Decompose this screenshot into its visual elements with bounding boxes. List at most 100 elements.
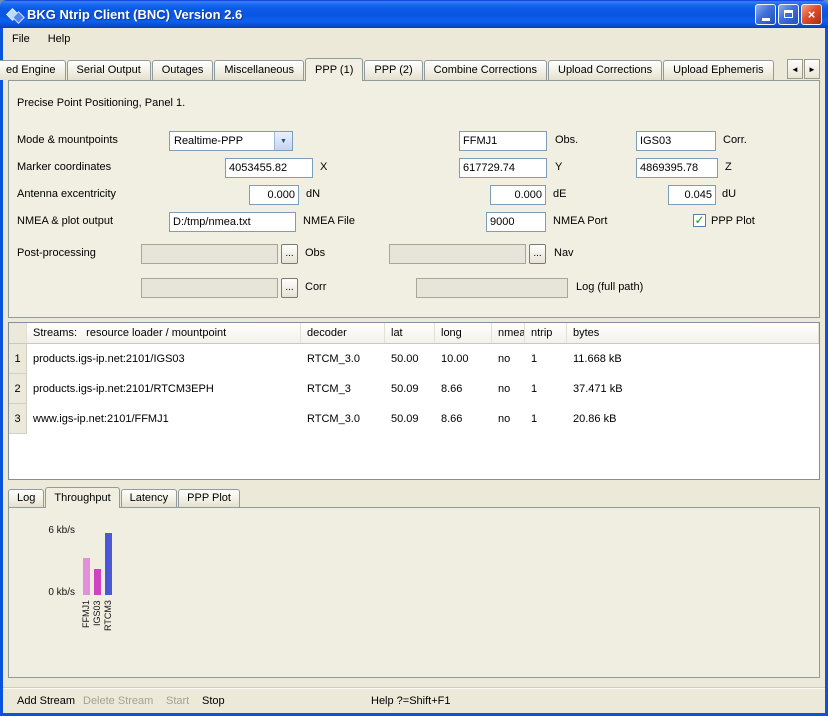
- titlebar: BKG Ntrip Client (BNC) Version 2.6 ×: [0, 0, 828, 28]
- tab-log[interactable]: Log: [8, 489, 44, 507]
- post-obs-browse-button[interactable]: ...: [281, 244, 298, 264]
- col-header-long[interactable]: long: [435, 323, 492, 343]
- minimize-icon: [762, 18, 770, 21]
- cell-decoder: RTCM_3: [301, 374, 385, 404]
- post-corr-browse-button[interactable]: ...: [281, 278, 298, 298]
- col-header-nmea[interactable]: nmea: [492, 323, 525, 343]
- antenna-dn-input[interactable]: [249, 185, 299, 205]
- antenna-de-input[interactable]: [490, 185, 546, 205]
- app-window: BKG Ntrip Client (BNC) Version 2.6 × Fil…: [0, 0, 828, 716]
- post-log-label: Log (full path): [576, 281, 643, 293]
- col-header-lat[interactable]: lat: [385, 323, 435, 343]
- cell-bytes: 11.668 kB: [567, 344, 819, 374]
- row-number: 1: [9, 344, 27, 374]
- main-tabbar: ed Engine Serial Output Outages Miscella…: [8, 58, 820, 80]
- mode-select[interactable]: Realtime-PPP ▼: [169, 131, 293, 151]
- cell-bytes: 37.471 kB: [567, 374, 819, 404]
- close-button[interactable]: ×: [801, 4, 822, 25]
- menubar: File Help: [3, 28, 825, 50]
- marker-x-input[interactable]: [225, 158, 313, 178]
- antenna-de-label: dE: [553, 188, 566, 200]
- nmea-file-input[interactable]: [169, 212, 296, 232]
- row-number: 2: [9, 374, 27, 404]
- col-header-decoder[interactable]: decoder: [301, 323, 385, 343]
- marker-x-label: X: [320, 161, 327, 173]
- ppp-panel: Precise Point Positioning, Panel 1. Mode…: [8, 80, 820, 318]
- minimize-button[interactable]: [755, 4, 776, 25]
- tab-ppp-1[interactable]: PPP (1): [305, 58, 363, 81]
- x-label: FFMJ1: [81, 600, 92, 644]
- y-tick-min: 0 kb/s: [23, 587, 75, 598]
- x-label: IGS03: [92, 600, 103, 644]
- marker-z-label: Z: [725, 161, 732, 173]
- tab-upload-ephemeris[interactable]: Upload Ephemeris: [663, 60, 774, 80]
- col-header-mountpoint[interactable]: Streams: resource loader / mountpoint: [27, 323, 301, 343]
- tab-upload-corrections[interactable]: Upload Corrections: [548, 60, 662, 80]
- help-hint: Help ?=Shift+F1: [371, 695, 451, 707]
- menu-help[interactable]: Help: [39, 30, 80, 48]
- cell-decoder: RTCM_3.0: [301, 404, 385, 434]
- tab-miscellaneous[interactable]: Miscellaneous: [214, 60, 304, 80]
- tab-feed-engine[interactable]: ed Engine: [0, 60, 66, 80]
- start-button: Start: [166, 695, 189, 707]
- cell-lat: 50.09: [385, 374, 435, 404]
- tab-outages[interactable]: Outages: [152, 60, 214, 80]
- marker-y-input[interactable]: [459, 158, 547, 178]
- mode-label: Mode & mountpoints: [17, 134, 118, 146]
- chart-bar-rtcm3: [105, 533, 112, 595]
- ppp-plot-checkbox[interactable]: ✓: [693, 214, 706, 227]
- maximize-button[interactable]: [778, 4, 799, 25]
- antenna-du-label: dU: [722, 188, 736, 200]
- antenna-du-input[interactable]: [668, 185, 716, 205]
- chart-bar-igs03: [94, 569, 101, 595]
- panel-title: Precise Point Positioning, Panel 1.: [17, 97, 185, 109]
- cell-nmea: no: [492, 344, 525, 374]
- tab-latency[interactable]: Latency: [121, 489, 178, 507]
- y-tick-max: 6 kb/s: [23, 525, 75, 536]
- post-log-field: [416, 278, 568, 298]
- add-stream-button[interactable]: Add Stream: [17, 695, 75, 707]
- statusbar: Add Stream Delete Stream Start Stop Help…: [3, 687, 825, 714]
- chevron-down-icon: ▼: [274, 132, 292, 150]
- stop-button[interactable]: Stop: [202, 695, 225, 707]
- row-number: 3: [9, 404, 27, 434]
- stream-row[interactable]: 3 www.igs-ip.net:2101/FFMJ1 RTCM_3.0 50.…: [9, 404, 819, 434]
- menu-file[interactable]: File: [3, 30, 39, 48]
- col-header-bytes[interactable]: bytes: [567, 323, 819, 343]
- post-nav-field: [389, 244, 526, 264]
- col-header-ntrip[interactable]: ntrip: [525, 323, 567, 343]
- obs-mountpoint-input[interactable]: [459, 131, 547, 151]
- cell-lat: 50.00: [385, 344, 435, 374]
- cell-ntrip: 1: [525, 374, 567, 404]
- tab-scroll-left-icon[interactable]: ◄: [787, 59, 803, 79]
- cell-long: 8.66: [435, 374, 492, 404]
- nmea-port-input[interactable]: [486, 212, 546, 232]
- cell-ntrip: 1: [525, 404, 567, 434]
- tab-serial-output[interactable]: Serial Output: [67, 60, 151, 80]
- tab-throughput[interactable]: Throughput: [45, 487, 119, 508]
- window-title: BKG Ntrip Client (BNC) Version 2.6: [27, 7, 755, 22]
- cell-decoder: RTCM_3.0: [301, 344, 385, 374]
- tab-ppp-plot[interactable]: PPP Plot: [178, 489, 240, 507]
- streams-table: Streams: resource loader / mountpoint de…: [8, 322, 820, 480]
- post-nav-browse-button[interactable]: ...: [529, 244, 546, 264]
- check-icon: ✓: [694, 213, 704, 227]
- nmea-file-label: NMEA File: [303, 215, 355, 227]
- chart-x-labels: FFMJ1 IGS03 RTCM3: [81, 600, 114, 644]
- marker-y-label: Y: [555, 161, 562, 173]
- tab-ppp-2[interactable]: PPP (2): [364, 60, 422, 80]
- cell-mountpoint: products.igs-ip.net:2101/RTCM3EPH: [27, 374, 301, 404]
- chart-bar-ffmj1: [83, 558, 90, 595]
- x-label: RTCM3: [103, 600, 114, 644]
- post-nav-label: Nav: [554, 247, 574, 259]
- corr-mountpoint-input[interactable]: [636, 131, 716, 151]
- stream-row[interactable]: 1 products.igs-ip.net:2101/IGS03 RTCM_3.…: [9, 344, 819, 374]
- stream-row[interactable]: 2 products.igs-ip.net:2101/RTCM3EPH RTCM…: [9, 374, 819, 404]
- post-corr-field: [141, 278, 278, 298]
- marker-z-input[interactable]: [636, 158, 718, 178]
- cell-mountpoint: www.igs-ip.net:2101/FFMJ1: [27, 404, 301, 434]
- post-corr-label: Corr: [305, 281, 326, 293]
- antenna-label: Antenna excentricity: [17, 188, 116, 200]
- tab-combine-corrections[interactable]: Combine Corrections: [424, 60, 547, 80]
- tab-scroll-right-icon[interactable]: ►: [804, 59, 820, 79]
